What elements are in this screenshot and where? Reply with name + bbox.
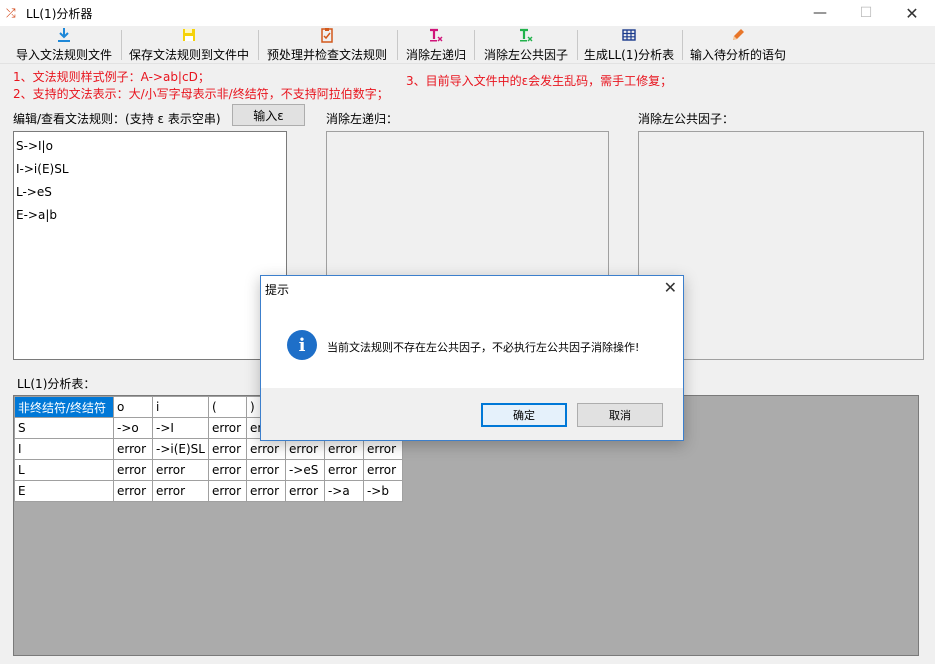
ok-button[interactable]: 确定	[481, 403, 567, 427]
table-cell[interactable]: error	[284, 438, 325, 460]
table-cell[interactable]: ->eS	[284, 459, 325, 481]
toolbar-separator	[121, 30, 122, 60]
dialog-message: 当前文法规则不存在左公共因子，不必执行左公共因子消除操作!	[327, 341, 640, 354]
table-cell[interactable]: error	[113, 459, 153, 481]
message-dialog: 提示 ✕ i 当前文法规则不存在左公共因子，不必执行左公共因子消除操作! 确定 …	[260, 275, 684, 441]
table-cell[interactable]: error	[207, 417, 247, 439]
table-cell[interactable]: error	[323, 459, 364, 481]
table-header-cell[interactable]: o	[113, 396, 153, 418]
toolbar-separator	[258, 30, 259, 60]
table-label: LL(1)分析表：	[17, 377, 96, 391]
note-notation: 2、支持的文法表示：大/小写字母表示非/终结符，不支持阿拉伯数字；	[13, 87, 389, 101]
clear-format-icon	[401, 26, 471, 44]
eliminate-left-factor-button[interactable]: 消除左公共因子	[479, 26, 573, 64]
table-cell[interactable]: error	[207, 480, 247, 502]
window-title: LL(1)分析器	[26, 6, 93, 21]
toolbar-label: 导入文法规则文件	[15, 48, 112, 62]
table-cell[interactable]: S	[14, 417, 114, 439]
table-row: L error error error error ->eS error err…	[14, 459, 403, 481]
table-header-cell[interactable]: 非终结符/终结符	[14, 396, 114, 418]
download-icon	[10, 26, 118, 44]
dialog-title: 提示	[265, 283, 290, 297]
left-recursion-label: 消除左递归：	[326, 112, 399, 126]
table-cell[interactable]: error	[284, 480, 325, 502]
note-example: 1、文法规则样式例子：A->ab|cD；	[13, 70, 210, 84]
toolbar-separator	[474, 30, 475, 60]
grammar-rule: L->eS	[16, 185, 52, 199]
toolbar: 导入文法规则文件 保存文法规则到文件中 预处理并检查文法规则 消除左递归 消除左…	[0, 26, 935, 64]
grammar-rule: E->a|b	[16, 208, 57, 222]
input-sentence-button[interactable]: 输入待分析的语句	[686, 26, 790, 64]
toolbar-separator	[682, 30, 683, 60]
table-header-cell[interactable]: i	[152, 396, 209, 418]
generate-table-button[interactable]: 生成LL(1)分析表	[582, 26, 676, 64]
table-cell[interactable]: error	[113, 480, 153, 502]
grammar-editor[interactable]: S->I|o I->i(E)SL L->eS E->a|b	[13, 131, 287, 360]
dialog-footer: 确定 取消	[261, 388, 683, 440]
table-cell[interactable]: error	[207, 438, 247, 460]
editor-label: 编辑/查看文法规则：(支持 ε 表示空串)	[13, 112, 221, 126]
table-cell[interactable]: I	[14, 438, 114, 460]
import-grammar-button[interactable]: 导入文法规则文件	[10, 26, 118, 64]
cancel-button[interactable]: 取消	[577, 403, 663, 427]
toolbar-label: 输入待分析的语句	[689, 48, 786, 62]
toolbar-label: 保存文法规则到文件中	[128, 48, 249, 62]
toolbar-label: 预处理并检查文法规则	[266, 48, 387, 62]
table-cell[interactable]: ->a	[323, 480, 364, 502]
table-cell[interactable]: error	[245, 480, 286, 502]
table-cell[interactable]: error	[245, 459, 286, 481]
left-factor-label: 消除左公共因子：	[638, 112, 735, 126]
table-cell[interactable]: error	[152, 480, 209, 502]
insert-epsilon-button[interactable]: 输入ε	[232, 104, 305, 126]
eliminate-left-recursion-button[interactable]: 消除左递归	[401, 26, 471, 64]
toolbar-label: 生成LL(1)分析表	[583, 48, 675, 62]
table-cell[interactable]: error	[362, 438, 403, 460]
table-row: I error ->i(E)SL error error error error…	[14, 438, 403, 460]
table-icon	[582, 26, 676, 44]
clear-format-green-icon	[479, 26, 573, 44]
table-cell[interactable]: error	[113, 438, 153, 460]
table-cell[interactable]: error	[207, 459, 247, 481]
close-button[interactable]: ✕	[889, 0, 935, 26]
dialog-close-button[interactable]: ✕	[664, 278, 677, 297]
table-cell[interactable]: error	[323, 438, 364, 460]
table-cell[interactable]: error	[362, 459, 403, 481]
note-epsilon-garble: 3、目前导入文件中的ε会发生乱码，需手工修复；	[406, 74, 673, 88]
title-bar: ⤮ LL(1)分析器 — ☐ ✕	[0, 0, 935, 26]
table-cell[interactable]: ->i(E)SL	[152, 438, 209, 460]
checklist-icon	[263, 26, 391, 44]
table-header-cell[interactable]: (	[207, 396, 247, 418]
shuffle-icon: ⤮	[6, 6, 16, 20]
preprocess-check-button[interactable]: 预处理并检查文法规则	[263, 26, 391, 64]
pencil-icon	[686, 26, 790, 44]
save-grammar-button[interactable]: 保存文法规则到文件中	[125, 26, 253, 64]
grammar-rule: I->i(E)SL	[16, 162, 69, 176]
toolbar-label: 消除左递归	[405, 48, 466, 62]
info-icon: i	[287, 330, 317, 360]
save-icon	[125, 26, 253, 44]
table-cell[interactable]: ->b	[362, 480, 403, 502]
grammar-rule: S->I|o	[16, 139, 53, 153]
table-cell[interactable]: E	[14, 480, 114, 502]
table-cell[interactable]: ->o	[113, 417, 153, 439]
table-cell[interactable]: L	[14, 459, 114, 481]
toolbar-separator	[577, 30, 578, 60]
toolbar-label: 消除左公共因子	[483, 48, 568, 62]
toolbar-separator	[397, 30, 398, 60]
minimize-button[interactable]: —	[797, 0, 843, 26]
table-row: E error error error error error ->a ->b	[14, 480, 403, 502]
maximize-button[interactable]: ☐	[843, 0, 889, 26]
table-cell[interactable]: error	[152, 459, 209, 481]
table-cell[interactable]: error	[245, 438, 286, 460]
table-cell[interactable]: ->I	[152, 417, 209, 439]
